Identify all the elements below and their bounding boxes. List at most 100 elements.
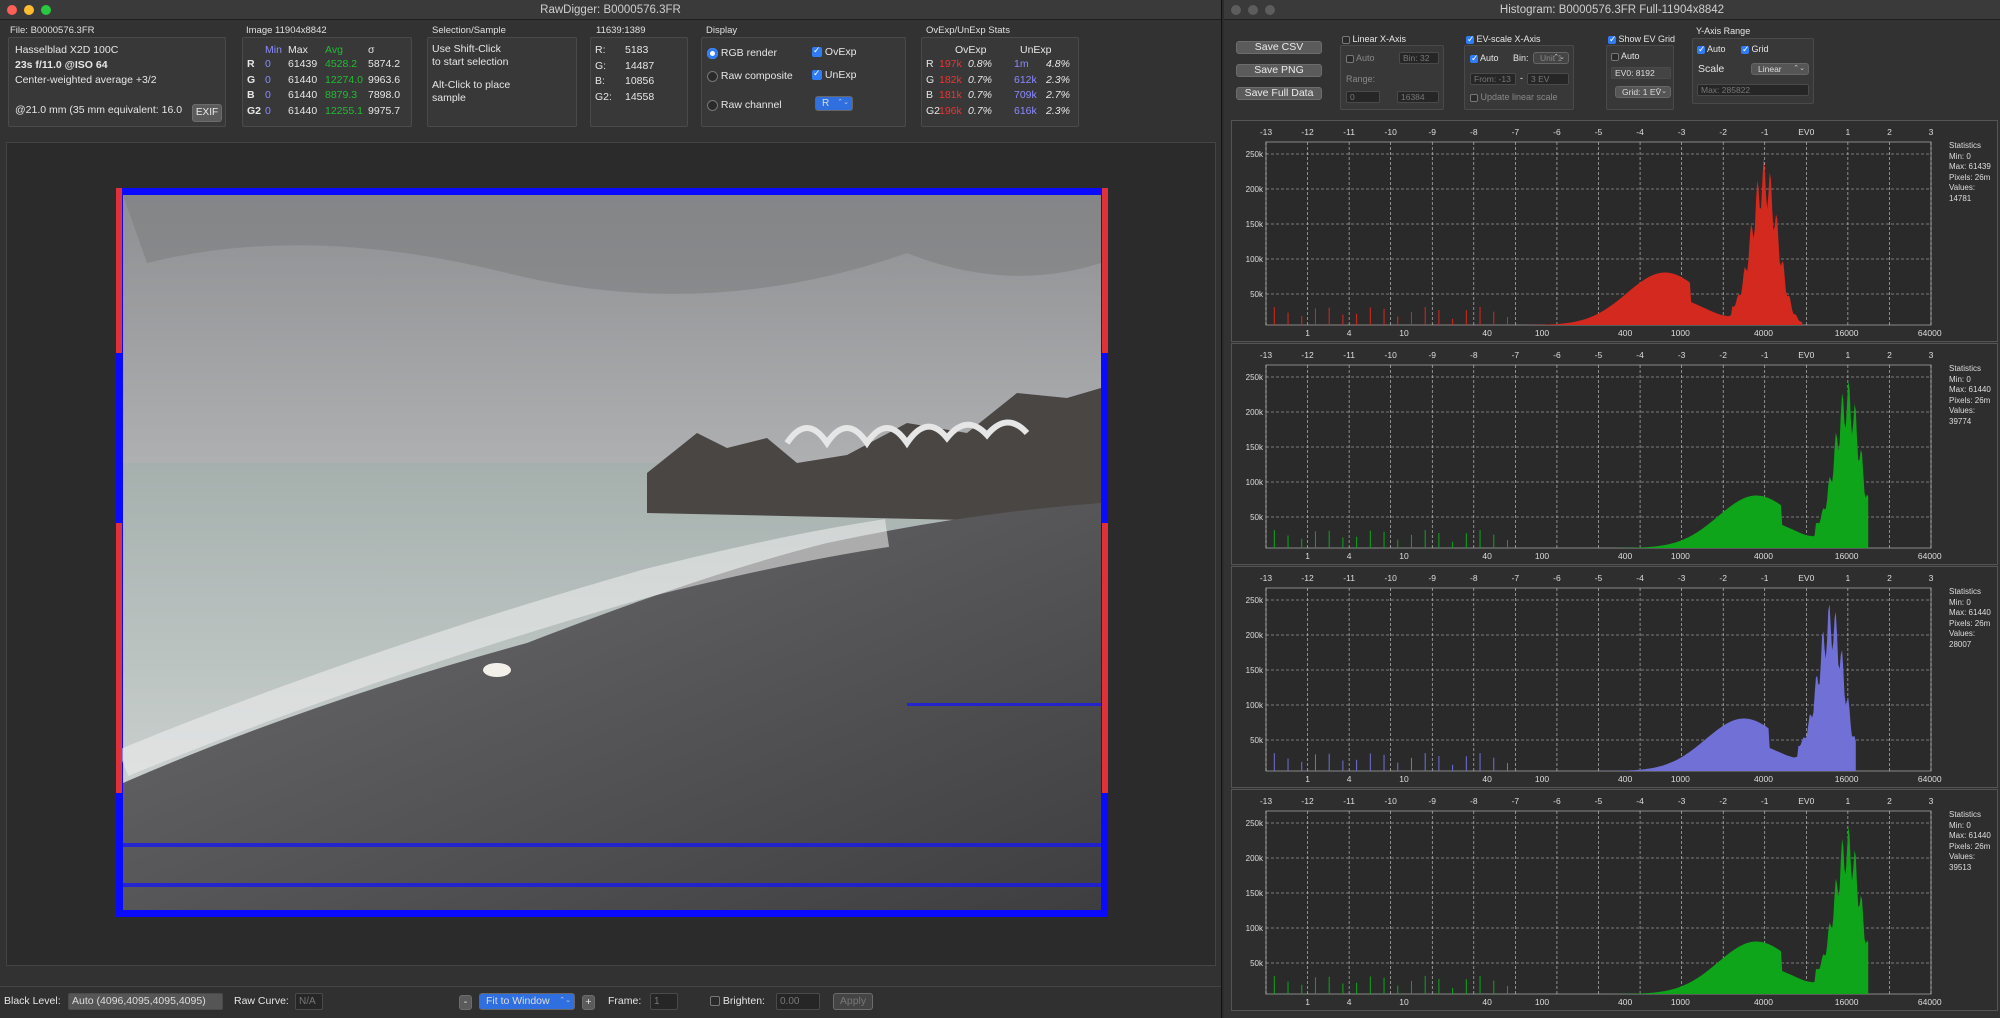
raw-channel-option[interactable]: Raw channel bbox=[707, 99, 782, 111]
linear-x-toggle[interactable]: Linear X-Axis bbox=[1342, 34, 1406, 44]
ev-tick-label: -10 bbox=[1385, 127, 1398, 137]
image-stat-sigma: 5874.2 bbox=[368, 58, 401, 70]
raw-curve-field[interactable]: N/A bbox=[295, 993, 323, 1010]
exif-button[interactable]: EXIF bbox=[192, 104, 222, 122]
ev-tick-label: -4 bbox=[1636, 350, 1644, 360]
ev-bin-select[interactable]: Unit 1 bbox=[1533, 52, 1569, 64]
black-level-select[interactable]: Auto (4096,4095,4095,4095) bbox=[68, 993, 223, 1010]
ovexp-checkbox[interactable] bbox=[812, 45, 822, 58]
range-from-field[interactable]: 0 bbox=[1346, 91, 1380, 103]
ev-to-field[interactable]: 3 EV bbox=[1527, 73, 1569, 85]
ev-tick-label: -3 bbox=[1678, 796, 1686, 806]
rgb-render-radio[interactable] bbox=[707, 47, 718, 59]
ev-tick-label: -4 bbox=[1636, 796, 1644, 806]
ev-grid-checkbox[interactable] bbox=[1608, 34, 1617, 45]
ev-grid-panel: Auto EV0: 8192 Grid: 1 EV bbox=[1606, 45, 1674, 110]
linear-x-checkbox[interactable] bbox=[1342, 35, 1350, 44]
sample-hint-2: sample bbox=[432, 92, 466, 104]
ev-tick-label: -13 bbox=[1260, 127, 1273, 137]
update-linear-checkbox[interactable] bbox=[1470, 93, 1478, 102]
ovexp-toggle[interactable]: OvExp bbox=[812, 45, 856, 58]
update-linear-toggle[interactable]: Update linear scale bbox=[1470, 92, 1558, 102]
linear-bin-field[interactable]: Bin: 32 bbox=[1399, 52, 1439, 64]
ev-auto-checkbox[interactable] bbox=[1470, 53, 1479, 64]
range-to-field[interactable]: 16384 bbox=[1397, 91, 1439, 103]
ev-tick-label: -1 bbox=[1761, 796, 1769, 806]
y-max-field[interactable]: Max: 285822 bbox=[1697, 84, 1809, 96]
y-grid-toggle[interactable]: Grid bbox=[1741, 44, 1769, 55]
ovexp-stat-un-p: 2.3% bbox=[1046, 73, 1070, 86]
frame-stepper[interactable]: 1 bbox=[650, 993, 678, 1010]
raw-composite-option[interactable]: Raw composite bbox=[707, 70, 793, 82]
raw-channel-radio[interactable] bbox=[707, 99, 718, 111]
ovexp-stat-un-p: 4.8% bbox=[1046, 58, 1070, 70]
rgb-render-option[interactable]: RGB render bbox=[707, 47, 777, 59]
ev-auto-toggle[interactable]: Auto bbox=[1470, 53, 1499, 64]
ev-grid-auto-toggle[interactable]: Auto bbox=[1611, 51, 1640, 61]
raw-composite-radio[interactable] bbox=[707, 70, 718, 82]
linear-auto-checkbox[interactable] bbox=[1346, 54, 1354, 63]
zoom-in-button[interactable]: + bbox=[582, 995, 595, 1010]
x-tick-label: 40 bbox=[1482, 328, 1492, 338]
ovexp-stats-panel: OvExp UnExp R 197k 0.8% 1m 4.8% G 182k 0.7% 612k… bbox=[921, 37, 1079, 127]
y-auto-toggle[interactable]: Auto bbox=[1697, 44, 1726, 55]
brighten-field[interactable]: 0.00 bbox=[776, 993, 820, 1010]
y-auto-checkbox[interactable] bbox=[1697, 44, 1706, 55]
ev-grid-auto-checkbox[interactable] bbox=[1611, 52, 1619, 61]
apply-button[interactable]: Apply bbox=[833, 993, 873, 1010]
x-tick-label: 64000 bbox=[1918, 774, 1942, 784]
raw-channel-select[interactable]: R bbox=[815, 96, 853, 111]
ev-x-toggle[interactable]: EV-scale X-Axis bbox=[1466, 34, 1541, 45]
close-button-inactive[interactable] bbox=[1231, 5, 1241, 15]
zoom-out-button[interactable]: - bbox=[459, 995, 472, 1010]
histogram-window: Histogram: B0000576.3FR Full-11904x8842 … bbox=[1224, 0, 2000, 1018]
x-tick-label: 100 bbox=[1535, 774, 1549, 784]
histogram-g2[interactable]: -13 -12 -11 -10 -9 -8 -7 -6 -5 -4 -3 -2 -1 EV0 1 2 3 250k… bbox=[1231, 789, 1998, 1011]
image-stats-panel: Min Max Avg σ R 0 61439 4528.2 5874.2 G 0 61440… bbox=[242, 37, 412, 127]
zoom-button[interactable] bbox=[41, 5, 51, 15]
brighten-checkbox[interactable] bbox=[710, 996, 720, 1007]
image-stat-ch: B bbox=[247, 89, 255, 101]
bottom-toolbar: Black Level: Auto (4096,4095,4095,4095) … bbox=[0, 986, 1221, 1018]
ovexp-stat-ch: G bbox=[926, 73, 935, 86]
y-grid-checkbox[interactable] bbox=[1741, 44, 1750, 55]
ev-tick-label: -1 bbox=[1761, 127, 1769, 137]
x-tick-label: 1000 bbox=[1671, 997, 1690, 1007]
stats-pixels: Pixels: 26m bbox=[1949, 395, 1991, 405]
image-viewport[interactable] bbox=[6, 142, 1216, 966]
zoom-button-inactive[interactable] bbox=[1265, 5, 1275, 15]
linear-auto-toggle[interactable]: Auto bbox=[1346, 53, 1375, 63]
save-csv-button[interactable]: Save CSV bbox=[1236, 41, 1322, 54]
display-label: Display bbox=[706, 25, 738, 36]
ev-grid-step-select[interactable]: Grid: 1 EV bbox=[1615, 86, 1671, 98]
x-tick-label: 400 bbox=[1618, 551, 1632, 561]
file-panel: Hasselblad X2D 100C 23s f/11.0 @ISO 64 C… bbox=[8, 37, 226, 127]
ev-tick-label: -4 bbox=[1636, 127, 1644, 137]
y-tick-label: 150k bbox=[1246, 220, 1264, 229]
unexp-checkbox[interactable] bbox=[812, 68, 822, 81]
x-tick-label: 400 bbox=[1618, 774, 1632, 784]
y-tick-label: 50k bbox=[1250, 513, 1264, 522]
col-ovexp: OvExp bbox=[955, 44, 987, 56]
histogram-r[interactable]: -13 -12 -11 -10 -9 -8 -7 -6 -5 -4 -3 -2 -1 EV0 1 2 3 250k… bbox=[1231, 120, 1998, 342]
save-full-data-button[interactable]: Save Full Data bbox=[1236, 87, 1322, 100]
ev-tick-label: -9 bbox=[1428, 127, 1436, 137]
minimize-button-inactive[interactable] bbox=[1248, 5, 1258, 15]
ev-from-field[interactable]: From: -13 bbox=[1470, 73, 1516, 85]
ev-x-checkbox[interactable] bbox=[1466, 34, 1475, 45]
unexp-toggle[interactable]: UnExp bbox=[812, 68, 856, 81]
minimize-button[interactable] bbox=[24, 5, 34, 15]
zoom-select[interactable]: Fit to Window bbox=[479, 993, 575, 1010]
x-tick-label: 4000 bbox=[1754, 774, 1773, 784]
histogram-g[interactable]: -13 -12 -11 -10 -9 -8 -7 -6 -5 -4 -3 -2 -1 EV0 1 2 3 250k… bbox=[1231, 343, 1998, 565]
scale-select[interactable]: Linear bbox=[1751, 63, 1809, 75]
stats-pixels: Pixels: 26m bbox=[1949, 841, 1991, 851]
save-png-button[interactable]: Save PNG bbox=[1236, 64, 1322, 77]
ev0-field[interactable]: EV0: 8192 bbox=[1611, 67, 1671, 79]
close-button[interactable] bbox=[7, 5, 17, 15]
image-stat-max: 61440 bbox=[288, 73, 318, 86]
histogram-b[interactable]: -13 -12 -11 -10 -9 -8 -7 -6 -5 -4 -3 -2 -1 EV0 1 2 3 250k… bbox=[1231, 566, 1998, 788]
ev-tick-label: -3 bbox=[1678, 350, 1686, 360]
ev-grid-toggle[interactable]: Show EV Grid bbox=[1608, 34, 1675, 45]
brighten-toggle[interactable]: Brighten: bbox=[710, 995, 765, 1007]
